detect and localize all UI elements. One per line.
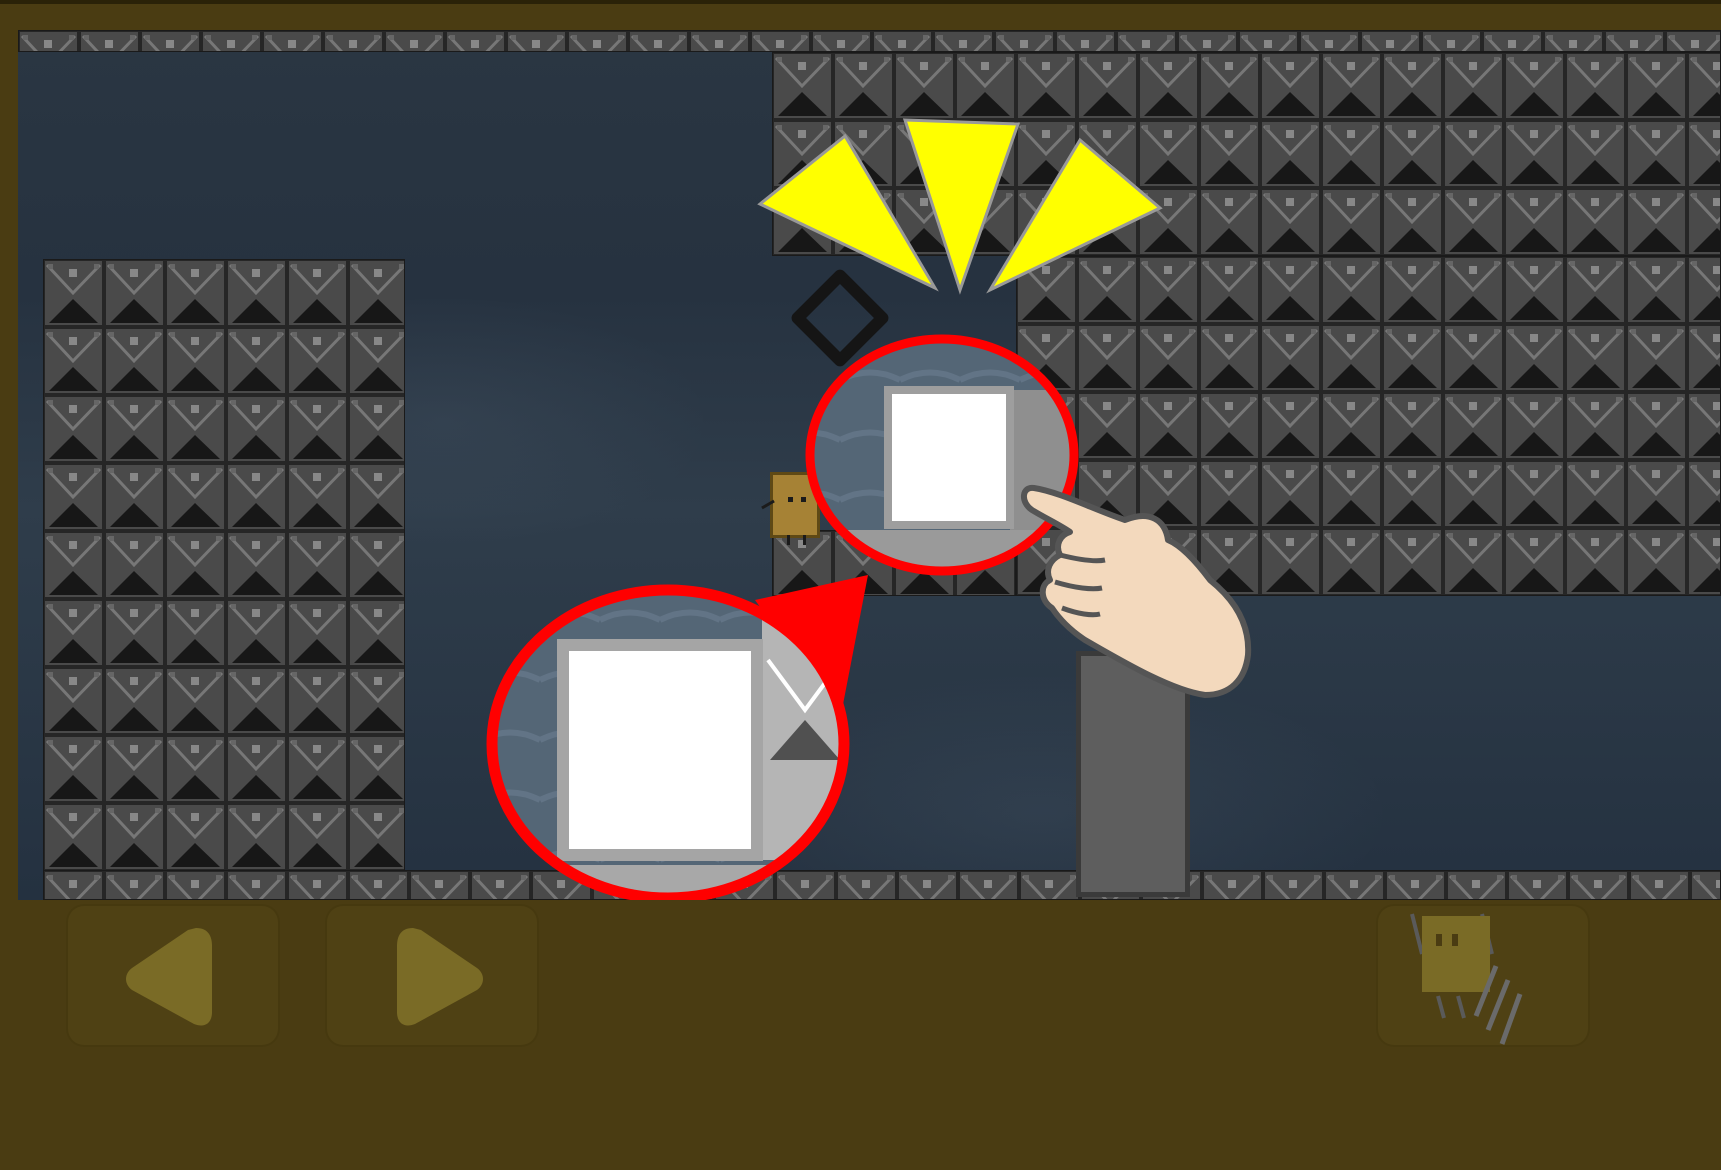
dash-button[interactable] [1376,904,1590,1047]
flash-ray-left [757,133,939,292]
move-left-button[interactable] [66,904,280,1047]
highlight-circle-small [805,334,1079,576]
control-bar [0,900,1721,1170]
pointing-hand-icon [1021,484,1252,698]
flash-ray-right [986,137,1163,294]
move-right-button[interactable] [325,904,539,1047]
magnified-callout [486,575,868,904]
dashing-player-icon [1410,913,1523,1045]
right-triangle-icon [397,928,483,1026]
game-screen [0,0,1721,1170]
left-triangle-icon [126,928,212,1026]
